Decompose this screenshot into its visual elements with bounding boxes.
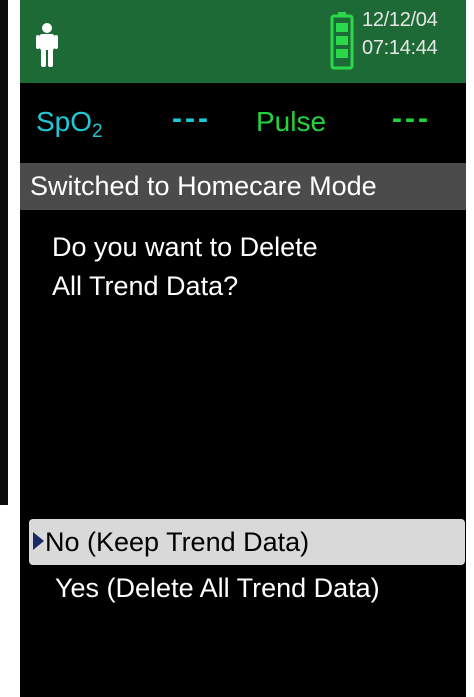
monitor-screen: 12/12/04 07:14:44 SpO2 --- Pulse --- Swi… [20, 0, 474, 697]
parameter-row: SpO2 --- Pulse --- [20, 83, 474, 163]
status-message: Switched to Homecare Mode [30, 171, 377, 201]
option-no-keep-trend-data[interactable]: No (Keep Trend Data) [29, 519, 465, 565]
question-line-1: Do you want to Delete [52, 232, 318, 262]
spo2-label-main: SpO [36, 106, 93, 137]
spo2-label: SpO2 [36, 105, 103, 143]
spo2-value: --- [172, 102, 211, 135]
pulse-value: --- [392, 102, 431, 135]
date-text: 12/12/04 [362, 9, 438, 31]
question-line-2: All Trend Data? [52, 271, 239, 301]
monitor-photo: 12/12/04 07:14:44 SpO2 --- Pulse --- Swi… [0, 0, 474, 697]
battery-icon [330, 12, 354, 70]
date-time-display: 12/12/04 07:14:44 [362, 6, 472, 62]
dialog-question: Do you want to Delete All Trend Data? [52, 228, 472, 306]
option-label: No (Keep Trend Data) [45, 527, 310, 557]
device-bezel [0, 0, 8, 505]
device-edge [466, 0, 474, 697]
selection-arrow-icon [33, 532, 44, 550]
status-bar: Switched to Homecare Mode [20, 163, 474, 210]
option-yes-delete-trend-data[interactable]: Yes (Delete All Trend Data) [29, 565, 465, 611]
option-label: Yes (Delete All Trend Data) [55, 573, 380, 603]
pulse-label: Pulse [256, 106, 327, 137]
header-bar: 12/12/04 07:14:44 [20, 0, 474, 83]
person-icon [36, 23, 58, 67]
time-text: 07:14:44 [362, 37, 438, 59]
spo2-label-subscript: 2 [92, 121, 103, 142]
